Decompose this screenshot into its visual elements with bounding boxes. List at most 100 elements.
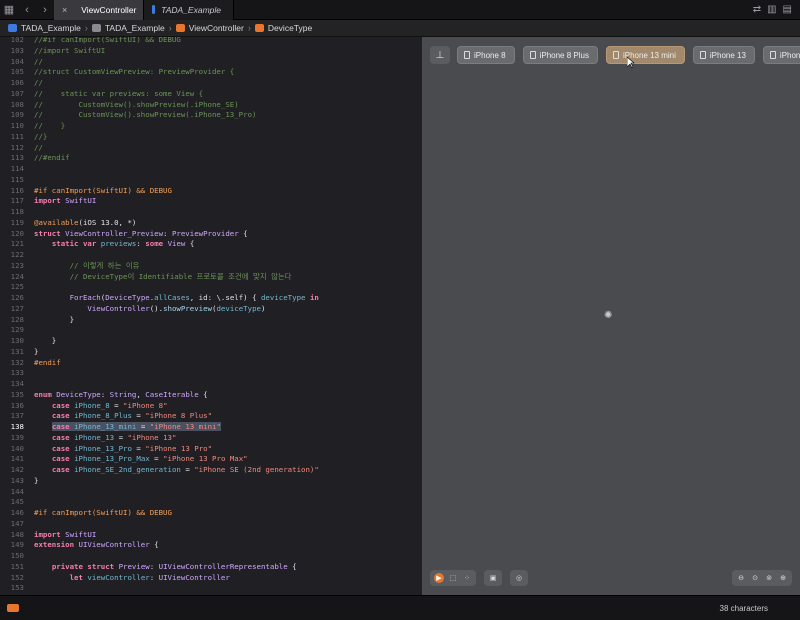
code-line[interactable]: 149 extension UIViewController {	[0, 540, 421, 551]
code-text: ForEach(DeviceType.allCases, id: \.self)…	[69, 293, 319, 302]
code-line[interactable]: 129	[0, 325, 421, 336]
code-line[interactable]: 104 //	[0, 57, 421, 68]
code-line[interactable]: 110 // }	[0, 121, 421, 132]
loading-spinner-icon: ✺	[604, 310, 613, 321]
split-editor-icon[interactable]: ▥	[767, 4, 776, 15]
line-number: 117	[10, 196, 24, 206]
code-line[interactable]: 109 // CustomView().showPreview(.iPhone_1…	[0, 110, 421, 121]
code-line[interactable]: 145	[0, 497, 421, 508]
code-line[interactable]: 117 import SwiftUI	[0, 196, 421, 207]
tab-tada-example[interactable]: TADA_Example	[144, 0, 234, 20]
device-button[interactable]: iPhone 8	[457, 46, 515, 64]
zoom-in-icon[interactable]: ⊕	[778, 573, 788, 583]
code-line[interactable]: 148 import SwiftUI	[0, 530, 421, 541]
breadcrumb-item[interactable]: ViewController	[175, 23, 244, 33]
live-preview-icon[interactable]: ▶	[434, 573, 444, 583]
code-text: //}	[34, 131, 48, 141]
device-button[interactable]: iPhone 13 Pro	[762, 46, 800, 64]
line-number: 106	[10, 78, 24, 87]
code-line[interactable]: 121 static var previews: some View {	[0, 239, 421, 250]
code-text: //import SwiftUI	[34, 45, 106, 55]
device-settings-icon[interactable]: ▣	[488, 573, 498, 583]
code-line[interactable]: 134	[0, 379, 421, 390]
forward-icon[interactable]: ›	[36, 0, 54, 20]
code-line[interactable]: 144	[0, 487, 421, 498]
code-line[interactable]: 112 //	[0, 143, 421, 154]
debug-area-toggle-icon[interactable]	[7, 604, 19, 612]
code-line[interactable]: 103 //import SwiftUI	[0, 46, 421, 57]
selectable-icon[interactable]: ⬚	[448, 573, 458, 583]
device-button[interactable]: iPhone 8 Plus	[522, 46, 598, 64]
line-number: 107	[10, 88, 24, 98]
color-scheme-group: ◎	[510, 570, 528, 586]
code-line[interactable]: 152 let viewController: UIViewController	[0, 573, 421, 584]
code-line[interactable]: 105 //struct CustomViewPreview: PreviewPr…	[0, 67, 421, 78]
code-line[interactable]: 116 #if canImport(SwiftUI) && DEBUG	[0, 186, 421, 197]
code-line[interactable]: 133	[0, 368, 421, 379]
variants-icon[interactable]: ⁘	[462, 573, 472, 583]
code-line[interactable]: 106 //	[0, 78, 421, 89]
code-line[interactable]: 102 //#if canImport(SwiftUI) && DEBUG	[0, 37, 421, 46]
code-line[interactable]: 114	[0, 164, 421, 175]
close-icon[interactable]: ×	[62, 5, 67, 15]
code-line[interactable]: 123 // 이렇게 하는 이유	[0, 261, 421, 272]
code-line[interactable]: 141 case iPhone_13_Pro_Max = "iPhone 13 …	[0, 454, 421, 465]
code-line[interactable]: 126 ForEach(DeviceType.allCases, id: \.s…	[0, 293, 421, 304]
zoom-to-fit-icon[interactable]: ⊙	[750, 573, 760, 583]
line-number: 108	[10, 99, 24, 109]
code-line[interactable]: 151 private struct Preview: UIViewContro…	[0, 562, 421, 573]
code-line[interactable]: 127 ViewController().showPreview(deviceT…	[0, 304, 421, 315]
zoom-controls: ⊖ ⊙ ⊚ ⊕	[732, 570, 792, 586]
code-line[interactable]: 108 // CustomView().showPreview(.iPhone_S…	[0, 100, 421, 111]
zoom-out-icon[interactable]: ⊖	[736, 573, 746, 583]
globe-icon[interactable]: ◎	[514, 573, 524, 583]
code-text: // }	[34, 121, 66, 130]
code-line[interactable]: 122	[0, 250, 421, 261]
device-button[interactable]: iPhone 13	[692, 46, 755, 64]
code-line[interactable]: 113 //#endif	[0, 153, 421, 164]
code-line[interactable]: 132 #endif	[0, 358, 421, 369]
code-line[interactable]: 136 case iPhone_8 = "iPhone 8"	[0, 401, 421, 412]
code-text: case iPhone_8_Plus = "iPhone 8 Plus"	[51, 411, 213, 421]
code-line[interactable]: 111 //}	[0, 132, 421, 143]
code-line[interactable]: 131}	[0, 347, 421, 358]
code-line[interactable]: 125	[0, 282, 421, 293]
device-label: iPhone 13	[709, 50, 746, 60]
code-line[interactable]: 140 case iPhone_13_Pro = "iPhone 13 Pro"	[0, 444, 421, 455]
tab-viewcontroller[interactable]: × ViewController	[54, 0, 144, 20]
preview-canvas[interactable]: ⊥ iPhone 8 iPhone 8 Plus iPhone 13 mini iPh…	[422, 37, 800, 595]
breadcrumb-item[interactable]: TADA_Example	[8, 23, 81, 33]
code-editor[interactable]: 102//#if canImport(SwiftUI) && DEBUG 103/…	[0, 37, 421, 595]
code-line[interactable]: 120 struct ViewController_Preview: Previe…	[0, 229, 421, 240]
code-line[interactable]: 137 case iPhone_8_Plus = "iPhone 8 Plus"	[0, 411, 421, 422]
code-line[interactable]: 139 case iPhone_13 = "iPhone 13"	[0, 433, 421, 444]
code-line[interactable]: 118	[0, 207, 421, 218]
line-number: 122	[10, 250, 24, 259]
swap-icon[interactable]: ⇄	[753, 4, 761, 15]
device-button[interactable]: iPhone 13 mini	[605, 46, 685, 64]
enum-icon	[254, 24, 264, 32]
code-line[interactable]: 124 // DeviceType이 Identifiable 프로토콜 조건에…	[0, 272, 421, 283]
code-line[interactable]: 107 // static var previews: some View {	[0, 89, 421, 100]
grid-icon[interactable]: ▦	[0, 0, 18, 20]
code-line[interactable]: 147	[0, 519, 421, 530]
code-text: extension UIViewController {	[34, 540, 159, 550]
code-line[interactable]: 130 }	[0, 336, 421, 347]
code-line[interactable]: 142 case iPhone_SE_2nd_generation = "iPh…	[0, 465, 421, 476]
code-line[interactable]: 146 #if canImport(SwiftUI) && DEBUG	[0, 508, 421, 519]
code-line[interactable]: 128 }	[0, 315, 421, 326]
code-line[interactable]: 143}	[0, 476, 421, 487]
code-line[interactable]: 150	[0, 551, 421, 562]
code-line[interactable]: 153	[0, 583, 421, 594]
code-line[interactable]: 119 @available(iOS 13.0, *)	[0, 218, 421, 229]
breadcrumb-item[interactable]: TADA_Example	[91, 23, 165, 33]
code-line[interactable]: 135 enum DeviceType: String, CaseIterable…	[0, 390, 421, 401]
breadcrumb-item[interactable]: DeviceType	[254, 23, 312, 33]
back-icon[interactable]: ‹	[18, 0, 36, 20]
code-line[interactable]: 115	[0, 175, 421, 186]
code-line[interactable]: 138 case iPhone_13_mini = "iPhone 13 min…	[0, 422, 421, 433]
inspector-icon[interactable]: ▤	[783, 4, 792, 15]
pin-icon[interactable]: ⊥	[430, 46, 450, 64]
zoom-100-icon[interactable]: ⊚	[764, 573, 774, 583]
line-number: 102	[10, 37, 24, 44]
